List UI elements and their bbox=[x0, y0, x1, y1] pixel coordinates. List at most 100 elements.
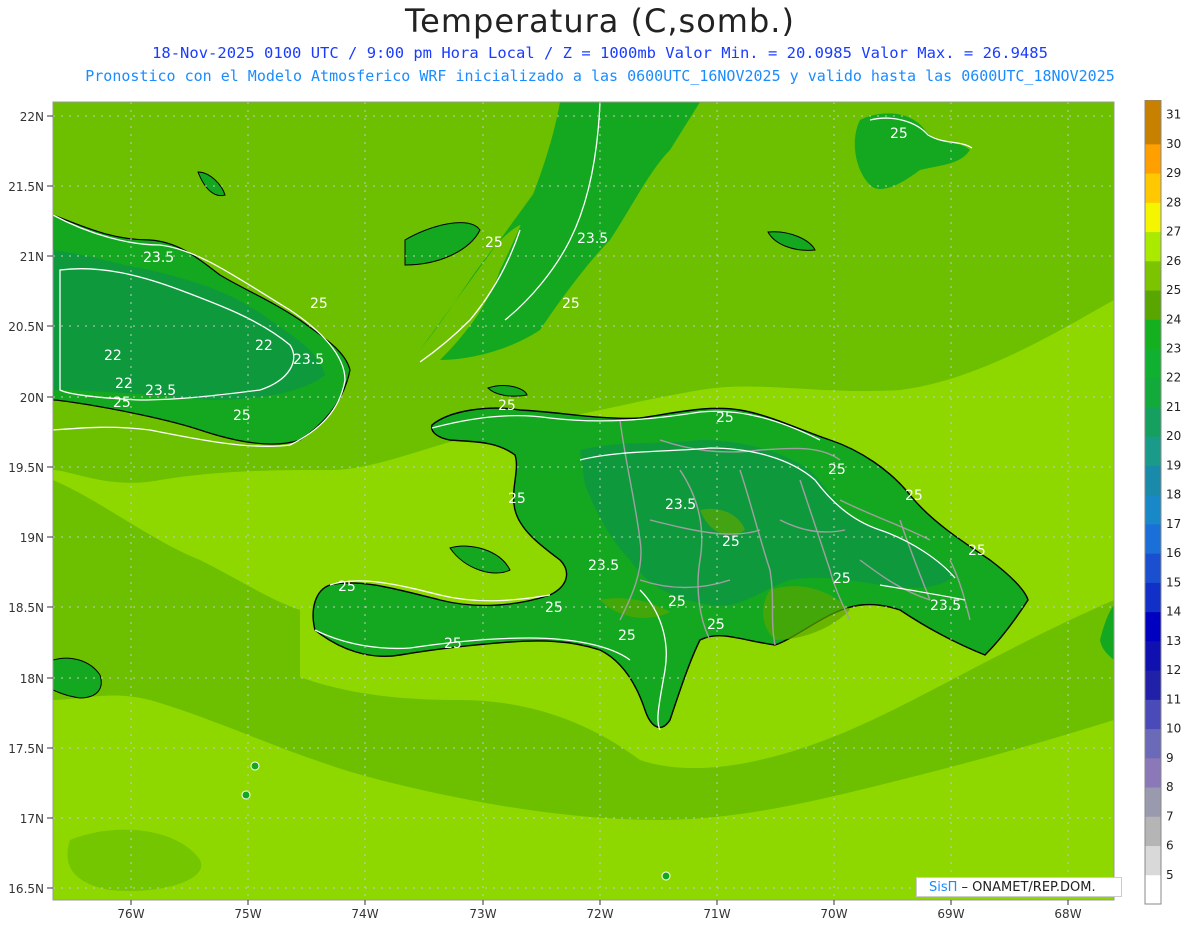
lat-label: 20N bbox=[20, 391, 44, 405]
contour-label: 25 bbox=[545, 600, 563, 616]
credit-box: SisΠ – ONAMET/REP.DOM. bbox=[916, 877, 1122, 897]
legend-swatch bbox=[1145, 465, 1161, 496]
legend-value: 18 bbox=[1166, 488, 1181, 502]
legend-swatch bbox=[1145, 319, 1161, 350]
sispi-brand: SisΠ bbox=[929, 880, 958, 895]
legend-value: 30 bbox=[1166, 137, 1181, 151]
legend-value: 19 bbox=[1166, 458, 1181, 472]
lat-label: 18.5N bbox=[8, 601, 44, 615]
legend-swatch bbox=[1145, 231, 1161, 262]
contour-label: 23.5 bbox=[665, 497, 696, 513]
legend-value: 11 bbox=[1166, 692, 1181, 706]
longitude-ticks bbox=[130, 900, 1069, 905]
lat-label: 22N bbox=[20, 110, 44, 124]
legend-swatch bbox=[1145, 523, 1161, 554]
legend-swatch bbox=[1145, 202, 1161, 233]
legend-swatch bbox=[1145, 260, 1161, 291]
legend-swatch bbox=[1145, 406, 1161, 437]
legend-swatch bbox=[1145, 640, 1161, 671]
legend-value: 9 bbox=[1166, 751, 1174, 765]
legend-value: 14 bbox=[1166, 605, 1181, 619]
temperature-map: 23.5 25 22 22 22 23.5 23.5 25 25 25 25 2… bbox=[8, 101, 1115, 921]
contour-label: 25 bbox=[668, 594, 686, 610]
legend-value: 16 bbox=[1166, 546, 1181, 560]
color-legend: 5 6 7 8 9 10 11 12 13 14 15 16 17 18 19 20 21 22 23 24 25 26 2… bbox=[1144, 100, 1181, 905]
legend-swatches bbox=[1145, 100, 1161, 905]
lat-label: 18N bbox=[20, 672, 44, 686]
legend-value: 25 bbox=[1166, 283, 1181, 297]
legend-swatch bbox=[1145, 553, 1161, 583]
contour-label: 25 bbox=[562, 296, 580, 312]
legend-swatch bbox=[1145, 670, 1161, 700]
lat-label: 20.5N bbox=[8, 320, 44, 334]
legend-value: 10 bbox=[1166, 722, 1181, 736]
contour-label: 25 bbox=[233, 408, 251, 424]
lat-label: 17N bbox=[20, 812, 44, 826]
legend-labels: 5 6 7 8 9 10 11 12 13 14 15 16 17 18 19 20 21 22 23 24 25 26 2… bbox=[1166, 108, 1181, 882]
legend-value: 20 bbox=[1166, 429, 1181, 443]
legend-swatch bbox=[1145, 845, 1161, 876]
contour-label: 25 bbox=[890, 126, 908, 142]
legend-swatch bbox=[1145, 494, 1161, 525]
lon-label: 70W bbox=[820, 907, 847, 921]
contour-label: 25 bbox=[722, 534, 740, 550]
contour-label: 25 bbox=[485, 235, 503, 251]
contour-label: 25 bbox=[618, 628, 636, 644]
lon-label: 74W bbox=[351, 907, 378, 921]
contour-label: 25 bbox=[338, 579, 356, 595]
contour-label: 25 bbox=[905, 488, 923, 504]
longitude-axis: 76W 75W 74W 73W 72W 71W 70W 69W 68W bbox=[117, 907, 1081, 921]
contour-label: 23.5 bbox=[293, 352, 324, 368]
latitude-axis: 22N 21.5N 21N 20.5N 20N 19.5N 19N 18.5N … bbox=[8, 110, 44, 896]
lon-label: 71W bbox=[703, 907, 730, 921]
legend-swatch bbox=[1145, 816, 1161, 847]
contour-label: 25 bbox=[833, 571, 851, 587]
legend-swatch bbox=[1145, 377, 1161, 408]
lat-label: 21N bbox=[20, 250, 44, 264]
legend-value: 29 bbox=[1166, 166, 1181, 180]
contour-label: 25 bbox=[707, 617, 725, 633]
contour-label: 23.5 bbox=[930, 598, 961, 614]
contour-label: 23.5 bbox=[577, 231, 608, 247]
lon-label: 72W bbox=[586, 907, 613, 921]
legend-swatch bbox=[1145, 173, 1161, 203]
contour-label: 25 bbox=[113, 395, 131, 411]
legend-swatch bbox=[1145, 728, 1161, 759]
legend-value: 6 bbox=[1166, 839, 1174, 853]
contour-label: 25 bbox=[716, 410, 734, 426]
contour-label: 22 bbox=[115, 376, 133, 392]
legend-swatch bbox=[1145, 611, 1161, 642]
lat-label: 19.5N bbox=[8, 461, 44, 475]
legend-swatch bbox=[1145, 787, 1161, 817]
credit-text: – ONAMET/REP.DOM. bbox=[957, 880, 1096, 895]
lat-label: 17.5N bbox=[8, 742, 44, 756]
lat-label: 19N bbox=[20, 531, 44, 545]
legend-swatch bbox=[1145, 757, 1161, 788]
legend-value: 22 bbox=[1166, 371, 1181, 385]
legend-value: 13 bbox=[1166, 634, 1181, 648]
legend-swatch bbox=[1145, 436, 1161, 466]
lon-label: 75W bbox=[234, 907, 261, 921]
lat-label: 21.5N bbox=[8, 180, 44, 194]
legend-value: 21 bbox=[1166, 400, 1181, 414]
contour-label: 25 bbox=[508, 491, 526, 507]
legend-swatch bbox=[1145, 582, 1161, 613]
legend-value: 5 bbox=[1166, 868, 1174, 882]
legend-value: 23 bbox=[1166, 342, 1181, 356]
contour-label: 25 bbox=[828, 462, 846, 478]
contour-label: 25 bbox=[310, 296, 328, 312]
legend-swatch bbox=[1145, 143, 1161, 174]
islet-west-2 bbox=[241, 790, 251, 800]
contour-label: 25 bbox=[444, 636, 462, 652]
islet-west-1 bbox=[250, 761, 260, 771]
legend-value: 12 bbox=[1166, 663, 1181, 677]
islet-beata bbox=[661, 871, 671, 881]
contour-label: 22 bbox=[104, 348, 122, 364]
contour-label: 23.5 bbox=[145, 383, 176, 399]
lat-label: 16.5N bbox=[8, 882, 44, 896]
contour-label: 22 bbox=[255, 338, 273, 354]
legend-swatch bbox=[1145, 874, 1161, 905]
legend-swatch bbox=[1145, 290, 1161, 320]
legend-value: 26 bbox=[1166, 254, 1181, 268]
legend-value: 28 bbox=[1166, 195, 1181, 209]
